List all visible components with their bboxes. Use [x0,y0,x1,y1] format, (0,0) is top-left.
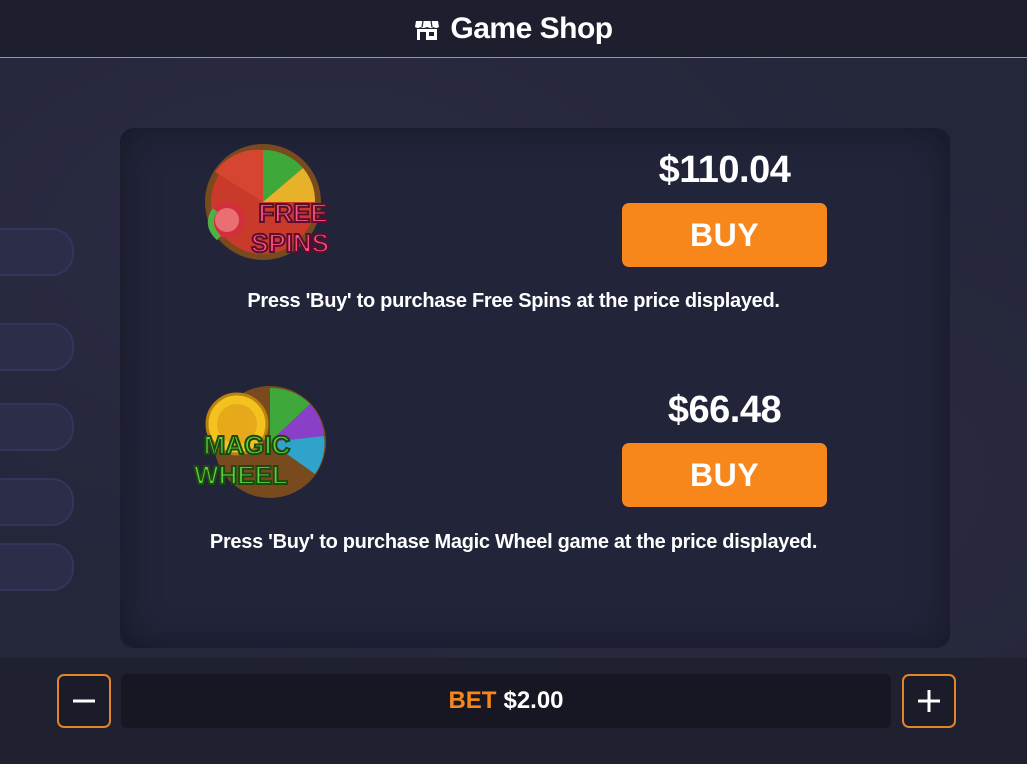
magic-wheel-price: $66.48 [667,389,782,431]
increase-bet-button[interactable] [902,674,956,728]
shop-header: Game Shop [0,0,1027,58]
magic-wheel-logo-line1: MAGIC [204,430,291,460]
background-game-scene [0,58,1027,658]
bet-display: BET $2.00 [121,674,891,728]
buy-magic-wheel-button[interactable]: BUY [622,443,827,507]
bet-label: BET [448,687,497,714]
magic-wheel-logo: MAGIC WHEEL [193,386,326,498]
background-pill [0,228,74,276]
free-spins-description: Press 'Buy' to purchase Free Spins at th… [247,290,780,312]
page-title: Game Shop [450,11,613,45]
buy-free-spins-button[interactable]: BUY [622,203,827,267]
bet-value: $2.00 [503,687,564,714]
background-pill [0,403,74,451]
decrease-bet-button[interactable] [57,674,111,728]
magic-wheel-description: Press 'Buy' to purchase Magic Wheel game… [209,531,818,553]
free-spins-logo-line1: FREE [258,198,327,228]
background-pill [0,478,74,526]
free-spins-logo-line2: SPINS [251,228,329,258]
free-spins-price: $110.04 [658,149,791,191]
free-spins-logo: FREE SPINS [205,144,330,260]
plus-icon [918,690,940,712]
minus-icon [73,699,95,703]
background-pill [0,323,74,371]
shop-icon [415,20,440,40]
magic-wheel-logo-line2: WHEEL [194,460,288,490]
